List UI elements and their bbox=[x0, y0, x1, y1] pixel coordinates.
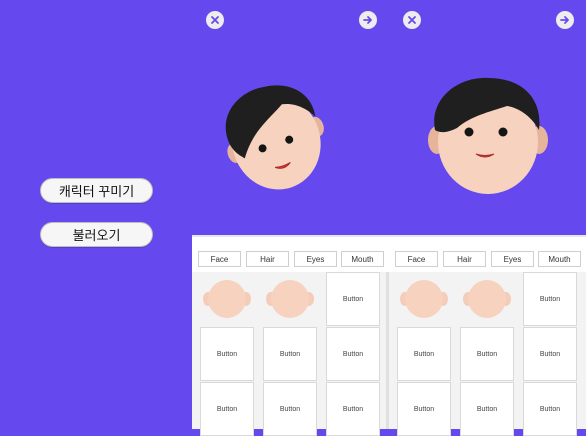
option-button[interactable]: Button bbox=[397, 382, 451, 436]
option-button[interactable]: Button bbox=[326, 327, 380, 381]
face-option-1[interactable] bbox=[200, 272, 254, 326]
tab-face[interactable]: Face bbox=[395, 251, 438, 267]
option-button[interactable]: Button bbox=[263, 327, 317, 381]
character-head bbox=[428, 77, 548, 194]
next-button[interactable] bbox=[359, 11, 377, 29]
option-button[interactable]: Button bbox=[326, 272, 380, 326]
face-swatch-icon bbox=[400, 280, 448, 318]
tab-eyes[interactable]: Eyes bbox=[491, 251, 534, 267]
option-button[interactable]: Button bbox=[397, 327, 451, 381]
option-button[interactable]: Button bbox=[263, 382, 317, 436]
customization-panel: Face Hair Eyes Mouth Button Button Butto… bbox=[192, 235, 389, 436]
face-option-1[interactable] bbox=[397, 272, 451, 326]
face-option-2[interactable] bbox=[263, 272, 317, 326]
close-icon bbox=[408, 16, 416, 24]
character-editor-panel: Face Hair Eyes Mouth Button Button Butto… bbox=[389, 0, 586, 436]
tab-bar: Face Hair Eyes Mouth bbox=[198, 251, 389, 267]
tab-hair[interactable]: Hair bbox=[443, 251, 486, 267]
customize-character-button[interactable]: 캐릭터 꾸미기 bbox=[40, 178, 153, 203]
load-button[interactable]: 불러오기 bbox=[40, 222, 153, 247]
start-menu-panel: 캐릭터 꾸미기 불러오기 bbox=[0, 0, 192, 427]
option-grid: Button Button Button Button Button Butto… bbox=[389, 272, 586, 436]
character-preview bbox=[192, 0, 389, 235]
next-button[interactable] bbox=[556, 11, 574, 29]
face-swatch-icon bbox=[203, 280, 251, 318]
character-preview bbox=[389, 0, 586, 235]
tab-face[interactable]: Face bbox=[198, 251, 241, 267]
option-button[interactable]: Button bbox=[523, 382, 577, 436]
option-button[interactable]: Button bbox=[523, 327, 577, 381]
face-option-2[interactable] bbox=[460, 272, 514, 326]
arrow-right-icon bbox=[560, 16, 569, 24]
face-swatch-icon bbox=[266, 280, 314, 318]
close-button[interactable] bbox=[206, 11, 224, 29]
option-button[interactable]: Button bbox=[523, 272, 577, 326]
tab-hair[interactable]: Hair bbox=[246, 251, 289, 267]
option-button[interactable]: Button bbox=[200, 327, 254, 381]
face-swatch-icon bbox=[463, 280, 511, 318]
option-grid: Button Button Button Button Button Butto… bbox=[192, 272, 389, 436]
tab-mouth[interactable]: Mouth bbox=[341, 251, 384, 267]
option-button[interactable]: Button bbox=[200, 382, 254, 436]
character-head bbox=[225, 85, 324, 190]
arrow-right-icon bbox=[363, 16, 372, 24]
option-button[interactable]: Button bbox=[460, 327, 514, 381]
option-button[interactable]: Button bbox=[326, 382, 380, 436]
close-icon bbox=[211, 16, 219, 24]
customization-panel: Face Hair Eyes Mouth Button Button Butto… bbox=[389, 235, 586, 436]
tab-eyes[interactable]: Eyes bbox=[294, 251, 337, 267]
close-button[interactable] bbox=[403, 11, 421, 29]
option-button[interactable]: Button bbox=[460, 382, 514, 436]
character-editor-panel: Face Hair Eyes Mouth Button Button Butto… bbox=[192, 0, 389, 436]
tab-mouth[interactable]: Mouth bbox=[538, 251, 581, 267]
tab-bar: Face Hair Eyes Mouth bbox=[395, 251, 586, 267]
